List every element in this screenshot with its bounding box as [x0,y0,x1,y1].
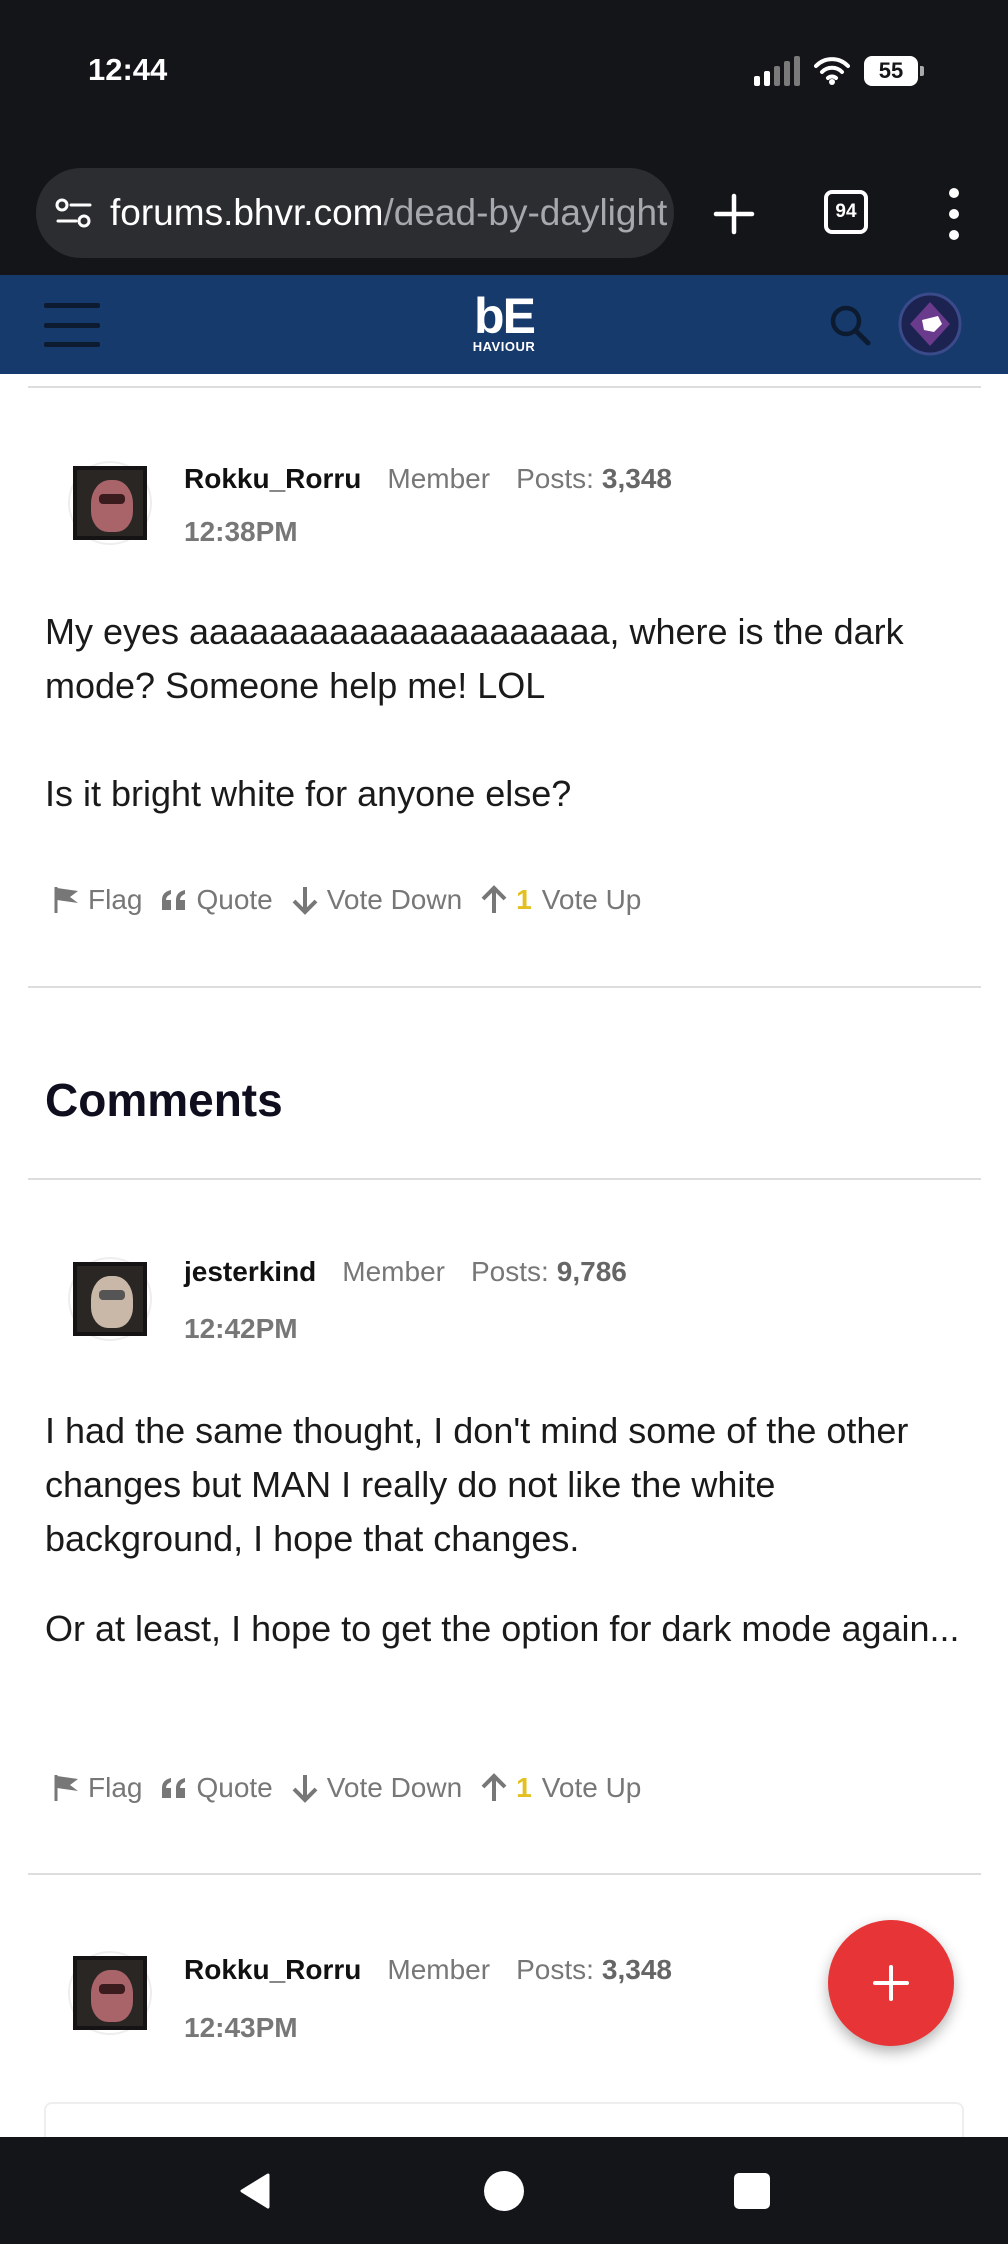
username-link[interactable]: Rokku_Rorru [184,1954,361,1986]
post-actions: Flag Quote Vote Down 1 Vote Up [52,884,641,916]
home-icon[interactable] [484,2171,524,2211]
logo-main-text: bE [474,288,536,344]
arrow-up-icon [481,885,507,913]
quote-label: Quote [196,1772,273,1803]
user-role: Member [387,1954,491,1985]
vote-up-count: 1 [516,884,532,915]
recents-icon[interactable] [734,2173,770,2209]
divider [28,1178,981,1180]
divider [28,986,981,988]
flag-label: Flag [88,1772,143,1803]
status-bar: 12:44 55 [0,0,1008,150]
vote-down-label: Vote Down [326,1772,463,1803]
user-avatar-icon[interactable] [898,292,962,356]
url-domain: forums.bhvr.com [110,192,384,233]
posts-label: Posts: [470,1256,549,1287]
username-link[interactable]: jesterkind [184,1256,316,1288]
flag-icon [54,1775,78,1801]
comment-meta: jesterkind Member Posts: 9,786 [184,1256,627,1288]
tab-switcher-button[interactable]: 94 [824,190,868,234]
comment-actions: Flag Quote Vote Down 1 Vote Up [52,1772,641,1804]
system-nav-bar [0,2137,1008,2244]
quote-button[interactable]: Quote [160,884,273,916]
comments-heading: Comments [45,1074,283,1126]
vote-up-count: 1 [516,1772,532,1803]
vote-up-button[interactable]: 1 Vote Up [480,884,641,916]
signal-icon [754,56,800,86]
browser-toolbar: forums.bhvr.com/dead-by-daylight 94 [0,150,1008,275]
quote-button[interactable]: Quote [160,1772,273,1804]
flag-button[interactable]: Flag [52,884,142,916]
user-role: Member [342,1256,445,1287]
arrow-down-icon [292,1775,318,1803]
posts-count: 3,348 [601,1954,672,1985]
battery-icon: 55 [864,56,924,86]
new-post-button[interactable] [828,1920,954,2046]
quote-icon [162,890,186,910]
avatar[interactable] [70,1259,150,1339]
vote-up-label: Vote Up [541,884,642,915]
avatar[interactable] [70,463,150,543]
vote-down-label: Vote Down [326,884,463,915]
url-text[interactable]: forums.bhvr.com/dead-by-daylight [110,192,667,234]
user-role: Member [387,463,491,494]
avatar[interactable] [70,1953,150,2033]
wifi-icon [814,57,850,85]
menu-icon[interactable] [44,303,100,347]
status-time: 12:44 [88,52,168,87]
posts-count: 3,348 [601,463,672,494]
site-settings-icon[interactable] [54,197,94,229]
divider [28,386,981,388]
site-logo[interactable]: bE HAVIOUR [466,288,542,359]
logo-sub-text: HAVIOUR [472,339,536,354]
divider [28,1873,981,1875]
plus-icon [873,1965,909,2001]
status-icons: 55 [754,56,924,86]
flag-icon [54,887,78,913]
vote-up-button[interactable]: 1 Vote Up [480,1772,641,1804]
comment-body-paragraph: Or at least, I hope to get the option fo… [45,1608,960,1649]
flag-label: Flag [88,884,143,915]
url-path: /dead-by-daylight [383,192,668,233]
site-header: bE HAVIOUR [0,275,1008,374]
arrow-down-icon [292,887,318,915]
comment-meta: Rokku_Rorru Member Posts: 3,348 [184,1954,672,1986]
new-tab-icon[interactable] [706,186,762,242]
flag-button[interactable]: Flag [52,1772,142,1804]
vote-up-label: Vote Up [541,1772,642,1803]
comment-body-paragraph: I had the same thought, I don't mind som… [45,1410,909,1559]
vote-down-button[interactable]: Vote Down [291,884,462,916]
posts-count: 9,786 [556,1256,627,1287]
post-timestamp[interactable]: 12:38PM [184,516,298,548]
post-body-paragraph: Is it bright white for anyone else? [45,773,572,814]
quote-icon [162,1778,186,1798]
address-bar[interactable]: forums.bhvr.com/dead-by-daylight [36,168,674,258]
quote-label: Quote [196,884,273,915]
post-body-paragraph: My eyes aaaaaaaaaaaaaaaaaaaaa, where is … [45,611,904,706]
comment-timestamp[interactable]: 12:42PM [184,1313,298,1345]
comment-timestamp[interactable]: 12:43PM [184,2012,298,2044]
vote-down-button[interactable]: Vote Down [291,1772,462,1804]
more-menu-icon[interactable] [940,188,968,240]
username-link[interactable]: Rokku_Rorru [184,463,361,495]
posts-label: Posts: [516,1954,594,1985]
back-icon[interactable] [236,2171,272,2211]
search-icon[interactable] [826,301,874,349]
arrow-up-icon [481,1773,507,1801]
posts-label: Posts: [516,463,594,494]
post-meta: Rokku_Rorru Member Posts: 3,348 [184,463,672,495]
